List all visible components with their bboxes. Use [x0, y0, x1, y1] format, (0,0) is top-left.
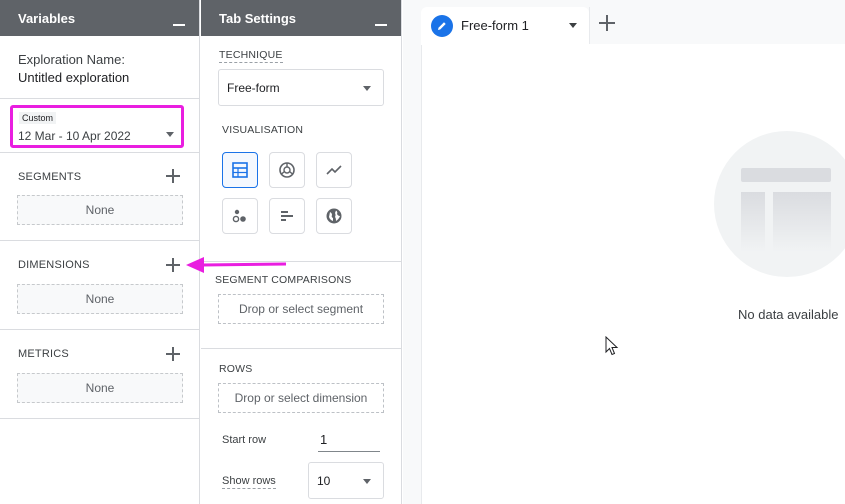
add-segment-icon[interactable] — [166, 169, 180, 183]
tab-settings-header: Tab Settings — [201, 0, 401, 36]
no-data-message: No data available — [738, 307, 839, 322]
dimensions-label: DIMENSIONS — [18, 259, 90, 271]
viz-bar-button[interactable] — [269, 198, 305, 234]
tab-menu-arrow-icon[interactable] — [569, 23, 577, 28]
technique-value: Free-form — [227, 81, 280, 95]
exploration-editor: Variables Exploration Name: Untitled exp… — [0, 0, 845, 504]
line-chart-icon — [326, 165, 342, 175]
canvas-area: No data available Free-form 1 — [403, 0, 845, 504]
dropdown-arrow-icon — [363, 479, 371, 484]
metrics-dropzone[interactable]: None — [17, 373, 183, 403]
metrics-label: METRICS — [18, 348, 69, 360]
show-rows-select[interactable]: 10 — [308, 462, 384, 499]
show-rows-value: 10 — [317, 474, 331, 488]
metrics-empty-text: None — [85, 381, 115, 395]
segments-dropzone[interactable]: None — [17, 195, 183, 225]
start-row-input[interactable]: 1 — [318, 430, 380, 452]
viz-table-button[interactable] — [222, 152, 258, 188]
divider — [589, 7, 590, 44]
tab-free-form-1[interactable]: Free-form 1 — [421, 7, 589, 45]
viz-line-button[interactable] — [316, 152, 352, 188]
viz-geo-button[interactable] — [316, 198, 352, 234]
variables-title: Variables — [18, 10, 76, 26]
tab-title: Free-form 1 — [461, 18, 529, 33]
technique-label: TECHNIQUE — [219, 49, 283, 63]
donut-chart-icon — [279, 162, 295, 178]
viz-donut-button[interactable] — [269, 152, 305, 188]
annotation-arrow-icon — [186, 257, 287, 273]
dropdown-arrow-icon — [166, 132, 174, 137]
segment-comparisons-label: SEGMENT COMPARISONS — [215, 274, 352, 286]
divider — [0, 240, 200, 241]
viz-scatter-button[interactable] — [222, 198, 258, 234]
tab-settings-panel: Tab Settings TECHNIQUE Free-form VISUALI… — [201, 0, 402, 504]
segment-drop-text: Drop or select segment — [238, 302, 364, 316]
show-rows-label: Show rows — [222, 475, 276, 489]
segment-comparisons-dropzone[interactable]: Drop or select segment — [218, 294, 384, 324]
start-row-label: Start row — [222, 434, 267, 446]
technique-select[interactable]: Free-form — [218, 69, 384, 106]
visualisation-label: VISUALISATION — [222, 124, 304, 136]
exploration-name-input[interactable]: Untitled exploration — [18, 70, 129, 85]
dimensions-dropzone[interactable]: None — [17, 284, 183, 314]
segments-empty-text: None — [85, 203, 115, 217]
segments-label: SEGMENTS — [18, 171, 82, 183]
exploration-name-label: Exploration Name: — [18, 52, 125, 67]
date-range-value: 12 Mar - 10 Apr 2022 — [18, 129, 131, 143]
divider — [0, 98, 200, 99]
scatter-chart-icon — [232, 209, 246, 223]
divider — [0, 152, 200, 153]
dropdown-arrow-icon — [363, 86, 371, 91]
pencil-icon[interactable] — [431, 15, 453, 37]
rows-drop-text: Drop or select dimension — [234, 391, 368, 405]
tab-settings-title: Tab Settings — [219, 10, 297, 26]
mouse-cursor-icon — [605, 336, 619, 356]
rows-label: ROWS — [219, 363, 253, 375]
divider — [0, 329, 200, 330]
divider — [201, 348, 402, 349]
date-range-picker[interactable]: Custom 12 Mar - 10 Apr 2022 — [10, 105, 184, 148]
canvas-body: No data available — [421, 44, 845, 504]
add-metric-icon[interactable] — [166, 347, 180, 361]
dimensions-empty-text: None — [85, 292, 115, 306]
variables-panel: Variables Exploration Name: Untitled exp… — [0, 0, 200, 504]
collapse-tab-settings-icon[interactable] — [375, 14, 387, 26]
collapse-variables-icon[interactable] — [173, 14, 185, 26]
divider — [0, 418, 200, 419]
table-icon — [232, 162, 248, 178]
rows-dropzone[interactable]: Drop or select dimension — [218, 383, 384, 413]
add-dimension-icon[interactable] — [166, 258, 180, 272]
empty-state-illustration — [714, 131, 845, 277]
variables-header: Variables — [0, 0, 199, 36]
add-tab-icon[interactable] — [599, 15, 615, 31]
geo-map-icon — [326, 208, 342, 224]
bar-chart-icon — [281, 211, 293, 221]
date-range-tag: Custom — [19, 112, 57, 124]
